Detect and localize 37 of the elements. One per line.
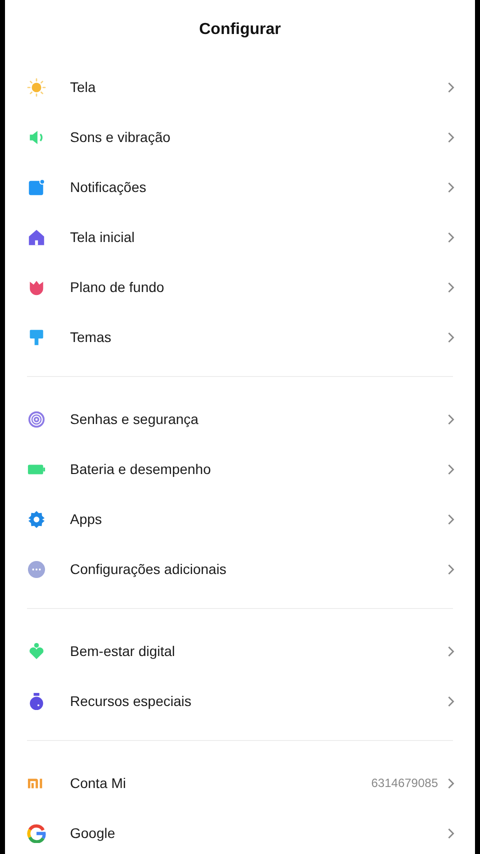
gear-icon bbox=[27, 510, 46, 528]
settings-item[interactable]: Notificações bbox=[5, 162, 475, 212]
settings-item[interactable]: Apps bbox=[5, 494, 475, 544]
settings-item[interactable]: Conta Mi 6314679085 bbox=[5, 758, 475, 808]
notification-icon bbox=[27, 178, 46, 196]
account-id: 6314679085 bbox=[371, 776, 438, 790]
chevron-icon bbox=[446, 826, 455, 840]
screen-title: Configurar bbox=[199, 21, 281, 39]
house-icon bbox=[27, 228, 46, 246]
settings-item[interactable]: Senhas e segurança bbox=[5, 394, 475, 444]
settings-item[interactable]: Tela inicial bbox=[5, 212, 475, 262]
g-logo-icon bbox=[27, 824, 46, 842]
chevron-icon bbox=[446, 330, 455, 344]
settings-item[interactable]: Tela bbox=[5, 62, 475, 112]
chevron-icon bbox=[446, 462, 455, 476]
settings-item[interactable]: Recursos especiais bbox=[5, 676, 475, 726]
sun-icon bbox=[27, 78, 46, 96]
chevron-icon bbox=[446, 230, 455, 244]
more-dots-icon bbox=[27, 560, 46, 578]
chevron-icon bbox=[446, 644, 455, 658]
chevron-icon bbox=[446, 694, 455, 708]
chevron-icon bbox=[446, 512, 455, 526]
heart-person-icon bbox=[27, 642, 46, 660]
settings-item[interactable]: Temas bbox=[5, 312, 475, 362]
chevron-icon bbox=[446, 562, 455, 576]
settings-item[interactable]: Plano de fundo bbox=[5, 262, 475, 312]
chevron-icon bbox=[446, 412, 455, 426]
settings-item[interactable]: Google bbox=[5, 808, 475, 854]
settings-item[interactable]: Bateria e desempenho bbox=[5, 444, 475, 494]
chevron-icon bbox=[446, 180, 455, 194]
chevron-icon bbox=[446, 280, 455, 294]
chevron-icon bbox=[446, 80, 455, 94]
settings-item[interactable]: Bem-estar digital bbox=[5, 626, 475, 676]
settings-item[interactable]: Sons e vibração bbox=[5, 112, 475, 162]
settings-item[interactable]: Configurações adicionais bbox=[5, 544, 475, 594]
chevron-icon bbox=[446, 776, 455, 790]
chevron-icon bbox=[446, 130, 455, 144]
